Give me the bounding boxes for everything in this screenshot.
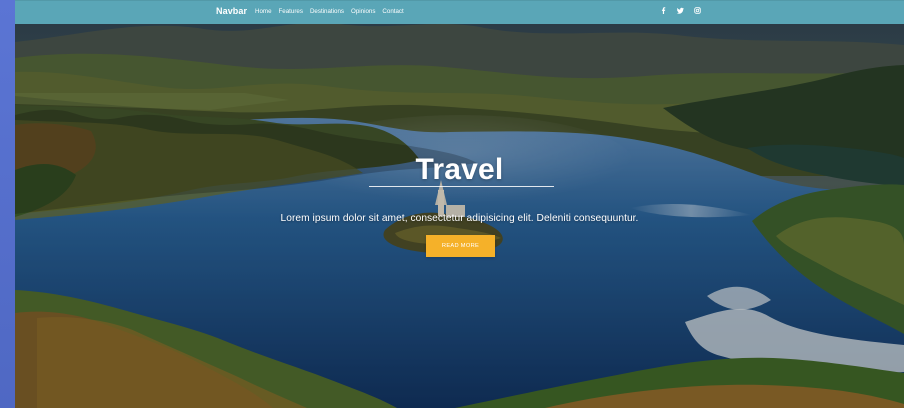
nav-links: Home Features Destinations Opinions Cont… [255,8,404,15]
nav-link-features[interactable]: Features [279,8,303,15]
nav-link-contact[interactable]: Contact [382,8,403,15]
social-links [660,7,701,14]
navbar-brand[interactable]: Navbar [216,6,247,16]
read-more-button[interactable]: READ MORE [426,235,495,257]
nav-link-home[interactable]: Home [255,8,272,15]
facebook-icon[interactable] [660,7,667,14]
nav-link-destinations[interactable]: Destinations [310,8,344,15]
hero-background [15,0,904,408]
twitter-icon[interactable] [677,7,684,14]
page: Navbar Home Features Destinations Opinio… [0,0,904,408]
nav-link-opinions[interactable]: Opinions [351,8,375,15]
instagram-icon[interactable] [694,7,701,14]
top-navbar: Navbar Home Features Destinations Opinio… [15,0,904,24]
landscape-image [15,0,904,408]
left-strip [0,0,15,408]
